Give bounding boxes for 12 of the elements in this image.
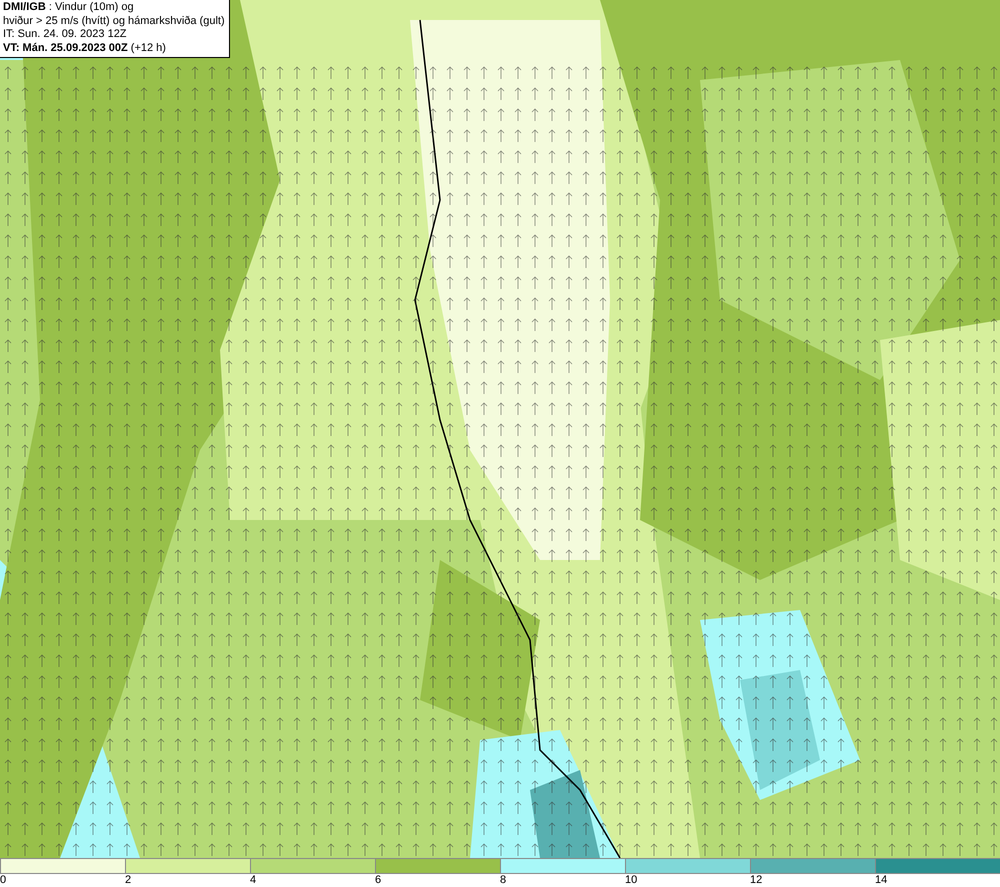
title-line: IT: Sun. 24. 09. 2023 12Z (3, 28, 128, 42)
legend-tick-label: 12 (750, 874, 762, 886)
title-line: VT: Mán. 25.09.2023 00Z (+12 h) (3, 42, 167, 55)
legend-tick-label: 2 (125, 874, 132, 886)
legend-tick-label: 0 (0, 874, 6, 886)
legend-tick-label: 14 (875, 874, 888, 886)
title-line: DMI/IGB : Vindur (10m) og (3, 1, 135, 14)
legend-tick-label: 8 (500, 874, 506, 886)
legend-tick-label: 6 (375, 874, 382, 886)
legend-tick-label: 4 (250, 874, 256, 886)
title-line: hviður > 25 m/s (hvítt) og hámarkshviða (gult) (3, 14, 225, 28)
legend-tick-label: 10 (625, 874, 638, 886)
